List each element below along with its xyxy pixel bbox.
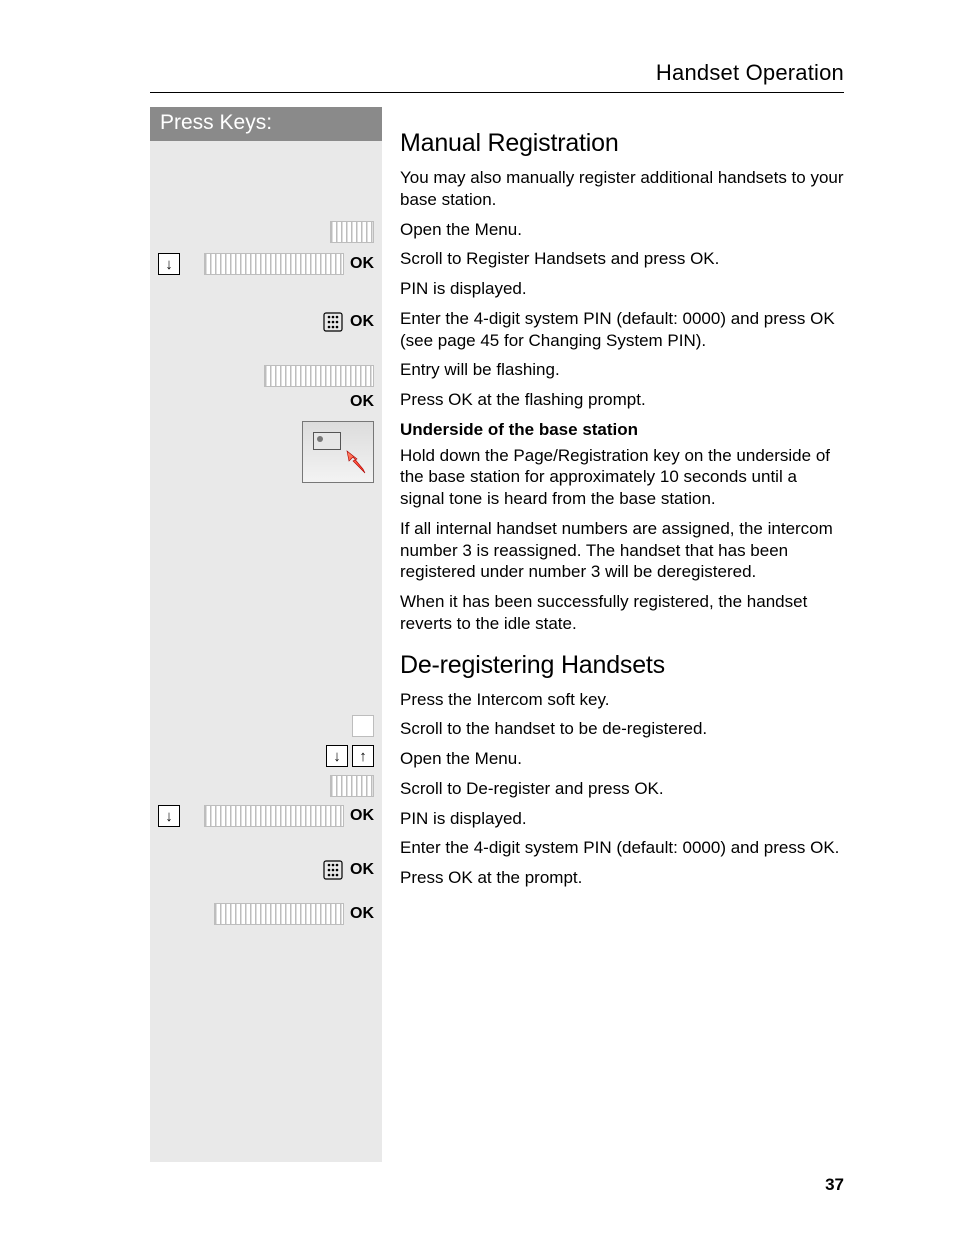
key-row-menu-softkey [158, 221, 374, 243]
key-row-scroll-register: OK [158, 253, 374, 275]
paragraph: Open the Menu. [400, 748, 844, 770]
paragraph: Press OK at the flashing prompt. [400, 389, 844, 411]
paragraph: You may also manually register additiona… [400, 167, 844, 211]
down-arrow-icon [165, 257, 173, 272]
ok-label: OK [350, 313, 374, 331]
paragraph: PIN is displayed. [400, 278, 844, 300]
ok-label: OK [350, 393, 374, 411]
paragraph: Enter the 4-digit system PIN (default: 0… [400, 308, 844, 352]
paragraph: Scroll to De-register and press OK. [400, 778, 844, 800]
key-row-intercom-softkey [158, 715, 374, 737]
down-arrow-key [158, 805, 180, 827]
spacer [158, 141, 374, 221]
softkey-placeholder [214, 903, 344, 925]
paragraph: Scroll to the handset to be de-registere… [400, 718, 844, 740]
page-number: 37 [825, 1175, 844, 1195]
softkey-placeholder [352, 715, 374, 737]
key-row-enter-pin-2: OK [158, 859, 374, 881]
paragraph: Press OK at the prompt. [400, 867, 844, 889]
paragraph: Enter the 4-digit system PIN (default: 0… [400, 837, 844, 859]
keypad-icon [322, 311, 344, 333]
press-keys-column: Press Keys: OK [150, 107, 382, 1162]
spacer [400, 107, 844, 127]
base-station-underside-image [302, 421, 374, 483]
softkey-placeholder [330, 221, 374, 243]
ok-label: OK [350, 255, 374, 273]
down-arrow-icon [165, 809, 173, 824]
paragraph: PIN is displayed. [400, 808, 844, 830]
entry-field-placeholder [264, 365, 374, 387]
section-header: Handset Operation [150, 60, 844, 92]
softkey-placeholder [204, 253, 344, 275]
heading-manual-registration: Manual Registration [400, 127, 844, 159]
ok-label: OK [350, 807, 374, 825]
paragraph: Scroll to Register Handsets and press OK… [400, 248, 844, 270]
heading-deregistering: De-registering Handsets [400, 649, 844, 681]
key-row-entry-field [158, 365, 374, 387]
paragraph: Open the Menu. [400, 219, 844, 241]
header-rule [150, 92, 844, 93]
two-column-layout: Press Keys: OK [150, 107, 844, 1162]
key-row-ok-prompt: OK [158, 903, 374, 925]
ok-label: OK [350, 905, 374, 923]
registration-port-icon [313, 432, 341, 450]
ok-label: OK [350, 861, 374, 879]
paragraph: If all internal handset numbers are assi… [400, 518, 844, 583]
key-row-scroll-updown [158, 745, 374, 767]
paragraph: Entry will be flashing. [400, 359, 844, 381]
down-arrow-icon [333, 749, 341, 764]
down-arrow-key [326, 745, 348, 767]
paragraph: When it has been successfully registered… [400, 591, 844, 635]
paragraph: Press the Intercom soft key. [400, 689, 844, 711]
softkey-placeholder [330, 775, 374, 797]
key-rows-container: OK OK [150, 141, 382, 925]
red-arrow-icon [343, 449, 369, 480]
key-row-menu-softkey-2 [158, 775, 374, 797]
spacer [158, 835, 374, 859]
up-arrow-icon [359, 749, 367, 764]
manual-page: Handset Operation Press Keys: OK [0, 0, 954, 1235]
down-arrow-key [158, 253, 180, 275]
key-row-ok: OK [158, 393, 374, 411]
bold-subheading: Underside of the base station [400, 419, 844, 441]
keypad-icon [322, 859, 344, 881]
key-row-base-image [158, 421, 374, 483]
press-keys-header: Press Keys: [150, 107, 382, 141]
softkey-placeholder [204, 805, 344, 827]
paragraph: Hold down the Page/Registration key on t… [400, 445, 844, 510]
spacer [158, 285, 374, 311]
key-row-scroll-deregister: OK [158, 805, 374, 827]
instruction-column: Manual Registration You may also manuall… [382, 107, 844, 897]
spacer [158, 493, 374, 715]
key-row-enter-pin: OK [158, 311, 374, 333]
up-arrow-key [352, 745, 374, 767]
